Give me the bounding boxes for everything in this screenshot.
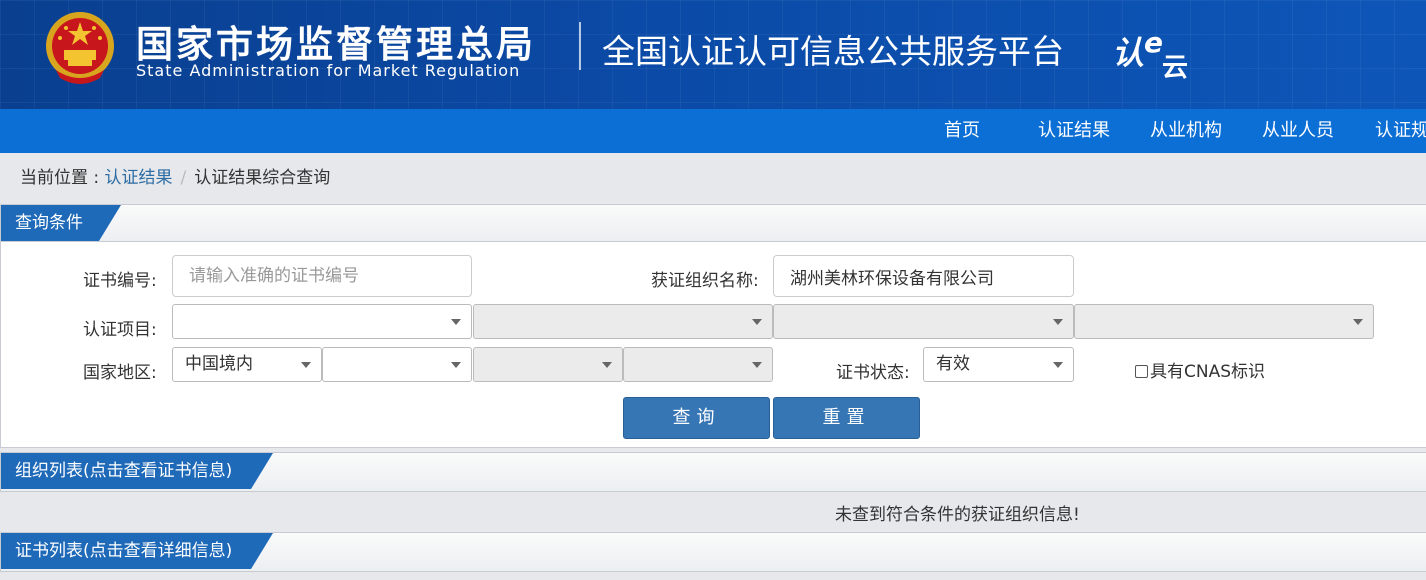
- breadcrumb-prefix: 当前位置 :: [20, 168, 105, 188]
- org-name-en: State Administration for Market Regulati…: [136, 61, 521, 80]
- region-select-3[interactable]: [473, 347, 623, 382]
- org-name-label: 获证组织名称:: [651, 271, 759, 291]
- cert-list-title: 证书列表(点击查看详细信息): [1, 533, 273, 569]
- breadcrumb: 当前位置 : 认证结果 / 认证结果综合查询: [20, 163, 330, 188]
- checkbox-icon[interactable]: [1135, 365, 1148, 378]
- nav-item-cert-results[interactable]: 认证结果: [1038, 109, 1110, 153]
- platform-title: 全国认证认可信息公共服务平台: [602, 32, 1064, 71]
- org-list-panel: 组织列表(点击查看证书信息): [0, 452, 1426, 492]
- chevron-down-icon: [1053, 362, 1063, 368]
- nav-item-regulations[interactable]: 认证规: [1375, 109, 1426, 153]
- cert-list-panel: 证书列表(点击查看详细信息): [0, 532, 1426, 572]
- site-header: 国家市场监督管理总局 State Administration for Mark…: [0, 0, 1426, 109]
- logo-char-yun: 云: [1162, 53, 1188, 82]
- cert-list-header: 证书列表(点击查看详细信息): [1, 533, 1426, 571]
- nav-item-institutions[interactable]: 从业机构: [1150, 109, 1222, 153]
- chevron-down-icon: [1053, 319, 1063, 325]
- cnas-checkbox-label: 具有CNAS标识: [1150, 362, 1266, 382]
- reset-button[interactable]: 重置: [773, 397, 920, 439]
- project-select-3[interactable]: [773, 304, 1074, 339]
- region-label: 国家地区:: [83, 363, 157, 383]
- renyun-logo-icon: 认 e 云: [1112, 26, 1188, 82]
- region-select-1-value: 中国境内: [185, 354, 253, 374]
- breadcrumb-link-cert-results[interactable]: 认证结果: [105, 168, 173, 188]
- logo-char-e: e: [1144, 26, 1163, 59]
- chevron-down-icon: [301, 362, 311, 368]
- project-label: 认证项目:: [83, 320, 157, 340]
- project-select-1[interactable]: [172, 304, 472, 339]
- query-button[interactable]: 查询: [623, 397, 770, 439]
- status-select-value: 有效: [936, 354, 970, 374]
- query-panel: 查询条件 证书编号: 获证组织名称: 认证项目: 国家地区: 中国境内 证书状态…: [0, 204, 1426, 448]
- status-label: 证书状态:: [836, 363, 910, 383]
- chevron-down-icon: [602, 362, 612, 368]
- query-panel-title: 查询条件: [1, 205, 121, 241]
- nav-item-personnel[interactable]: 从业人员: [1262, 109, 1334, 153]
- cert-no-label: 证书编号:: [83, 271, 157, 291]
- chevron-down-icon: [451, 319, 461, 325]
- national-emblem-icon: [46, 12, 114, 84]
- logo-char-ren: 认: [1112, 34, 1144, 72]
- chevron-down-icon: [752, 362, 762, 368]
- query-panel-header: 查询条件: [1, 205, 1426, 242]
- region-select-2[interactable]: [322, 347, 472, 382]
- header-divider: [579, 22, 581, 70]
- chevron-down-icon: [1353, 319, 1363, 325]
- chevron-down-icon: [752, 319, 762, 325]
- status-select[interactable]: 有效: [923, 347, 1074, 382]
- org-name-input[interactable]: [773, 255, 1074, 297]
- org-name-cn: 国家市场监督管理总局: [136, 23, 536, 66]
- region-select-1[interactable]: 中国境内: [172, 347, 322, 382]
- chevron-down-icon: [451, 362, 461, 368]
- org-list-title: 组织列表(点击查看证书信息): [1, 453, 273, 489]
- org-list-header: 组织列表(点击查看证书信息): [1, 453, 1426, 491]
- breadcrumb-current: 认证结果综合查询: [194, 168, 331, 188]
- cert-no-input[interactable]: [172, 255, 472, 297]
- org-list-empty-message: 未查到符合条件的获证组织信息!: [835, 505, 1080, 525]
- region-select-4[interactable]: [623, 347, 773, 382]
- nav-item-home[interactable]: 首页: [944, 109, 980, 153]
- cnas-checkbox[interactable]: 具有CNAS标识: [1135, 357, 1265, 382]
- breadcrumb-separator: /: [180, 168, 187, 188]
- main-nav: 首页 认证结果 从业机构 从业人员 认证规: [0, 109, 1426, 153]
- project-select-4[interactable]: [1074, 304, 1374, 339]
- project-select-2[interactable]: [473, 304, 773, 339]
